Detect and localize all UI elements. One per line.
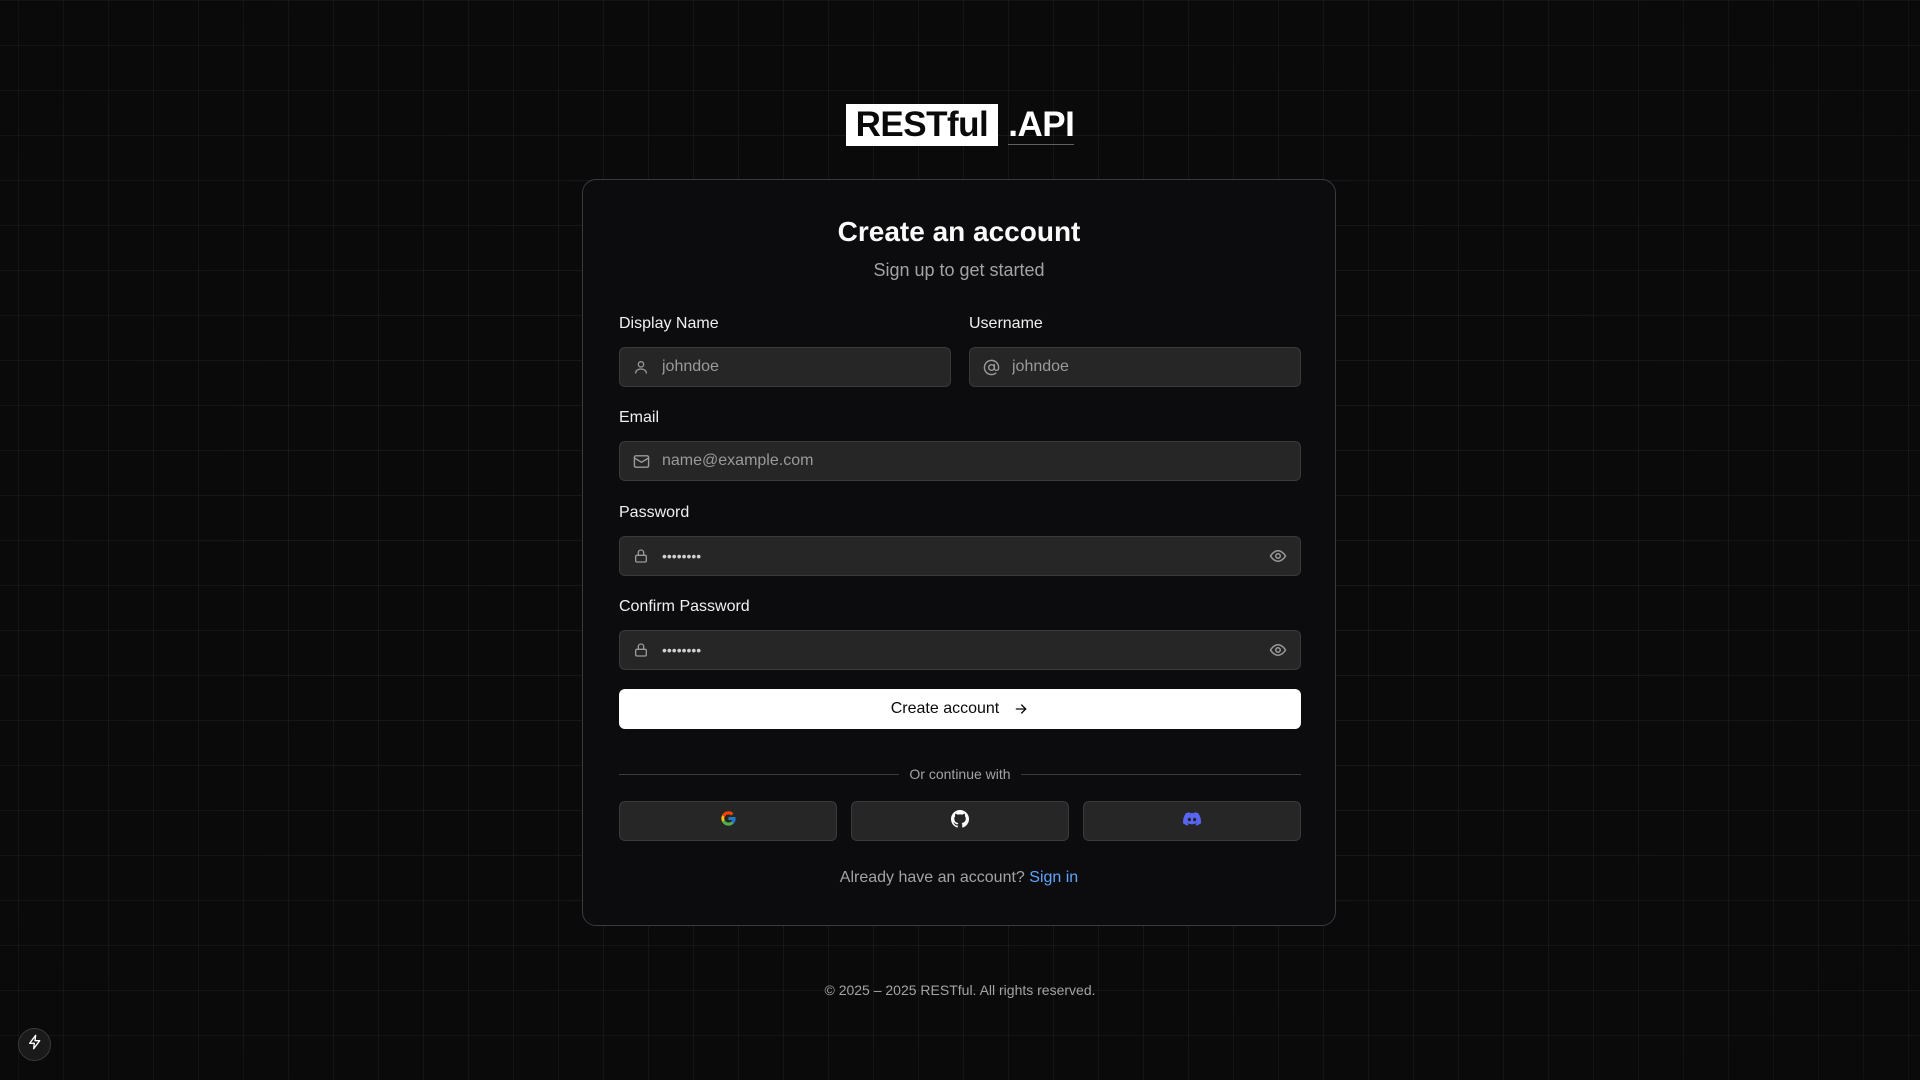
footer-copyright: © 2025 – 2025 RESTful. All rights reserv… [824,982,1096,998]
create-account-button[interactable]: Create account [619,689,1301,729]
user-icon [632,358,650,376]
eye-icon[interactable] [1268,640,1288,660]
password-field[interactable]: •••••••• [619,536,1301,576]
confirm-password-label: Confirm Password [619,598,750,615]
username-field[interactable] [969,347,1301,387]
lock-icon [632,641,650,659]
at-sign-icon [982,358,1000,376]
confirm-password-field[interactable]: •••••••• [619,630,1301,670]
google-signin-button[interactable] [619,801,837,841]
confirm-password-masked-value[interactable]: •••••••• [662,642,1268,658]
divider-line-left [619,773,900,775]
arrow-right-icon [1013,701,1029,717]
logo-suffix-text: .API [1008,104,1075,145]
mail-icon [632,452,650,470]
display-name-input[interactable] [662,348,950,386]
signin-row: Already have an account? Sign in [583,869,1335,887]
logo: RESTful .API [0,104,1920,146]
eye-icon[interactable] [1268,546,1288,566]
card-subtitle: Sign up to get started [873,260,1045,280]
username-label: Username [969,315,1043,332]
display-name-label: Display Name [619,315,719,332]
email-field[interactable] [619,441,1301,481]
username-input[interactable] [1012,348,1300,386]
password-masked-value[interactable]: •••••••• [662,548,1268,564]
signin-prompt: Already have an account? [839,869,1025,886]
email-input[interactable] [662,442,1300,480]
discord-signin-button[interactable] [1083,801,1301,841]
card-title: Create an account [837,216,1081,247]
discord-icon [1183,810,1202,833]
signup-card: Create an account Sign up to get started… [582,179,1336,926]
create-account-button-label: Create account [890,700,1000,717]
email-label: Email [619,409,660,426]
google-icon [720,810,737,832]
password-label: Password [619,504,690,521]
floating-action-button[interactable] [18,1028,51,1061]
logo-boxed-text: RESTful [845,104,999,146]
lightning-bolt-icon [27,1034,43,1055]
divider-text: Or continue with [909,766,1011,782]
display-name-field[interactable] [619,347,951,387]
divider-line-right [1020,773,1302,775]
signin-link[interactable]: Sign in [1029,869,1078,886]
github-signin-button[interactable] [851,801,1069,841]
lock-icon [632,547,650,565]
or-continue-divider: Or continue with [619,764,1302,784]
github-icon [951,809,969,833]
